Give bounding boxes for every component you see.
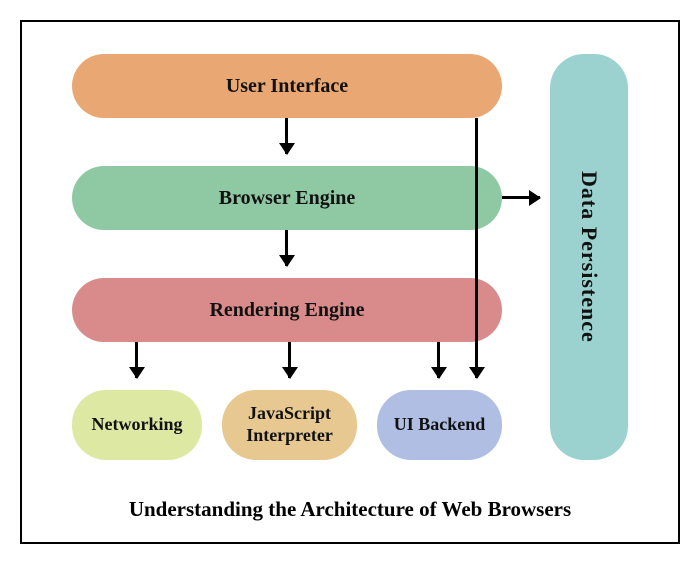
node-data-persistence: Data Persistence: [550, 54, 628, 460]
node-networking: Networking: [72, 390, 202, 460]
arrow-rendering-engine-to-networking: [135, 342, 138, 378]
arrow-rendering-engine-to-ui-backend: [437, 342, 440, 378]
node-javascript-interpreter: JavaScript Interpreter: [222, 390, 357, 460]
arrow-browser-engine-to-rendering-engine: [285, 230, 288, 266]
arrow-ui-to-ui-backend-stem: [475, 118, 478, 378]
arrow-ui-to-ui-backend-head: [475, 362, 478, 378]
diagram-frame: User Interface Browser Engine Rendering …: [20, 20, 680, 544]
arrow-rendering-engine-to-js-interpreter: [288, 342, 291, 378]
node-rendering-engine: Rendering Engine: [72, 278, 502, 342]
diagram-caption: Understanding the Architecture of Web Br…: [22, 497, 678, 522]
node-user-interface: User Interface: [72, 54, 502, 118]
node-ui-backend: UI Backend: [377, 390, 502, 460]
arrow-browser-engine-to-data-persistence: [502, 196, 540, 199]
arrow-ui-to-browser-engine: [285, 118, 288, 154]
node-browser-engine: Browser Engine: [72, 166, 502, 230]
